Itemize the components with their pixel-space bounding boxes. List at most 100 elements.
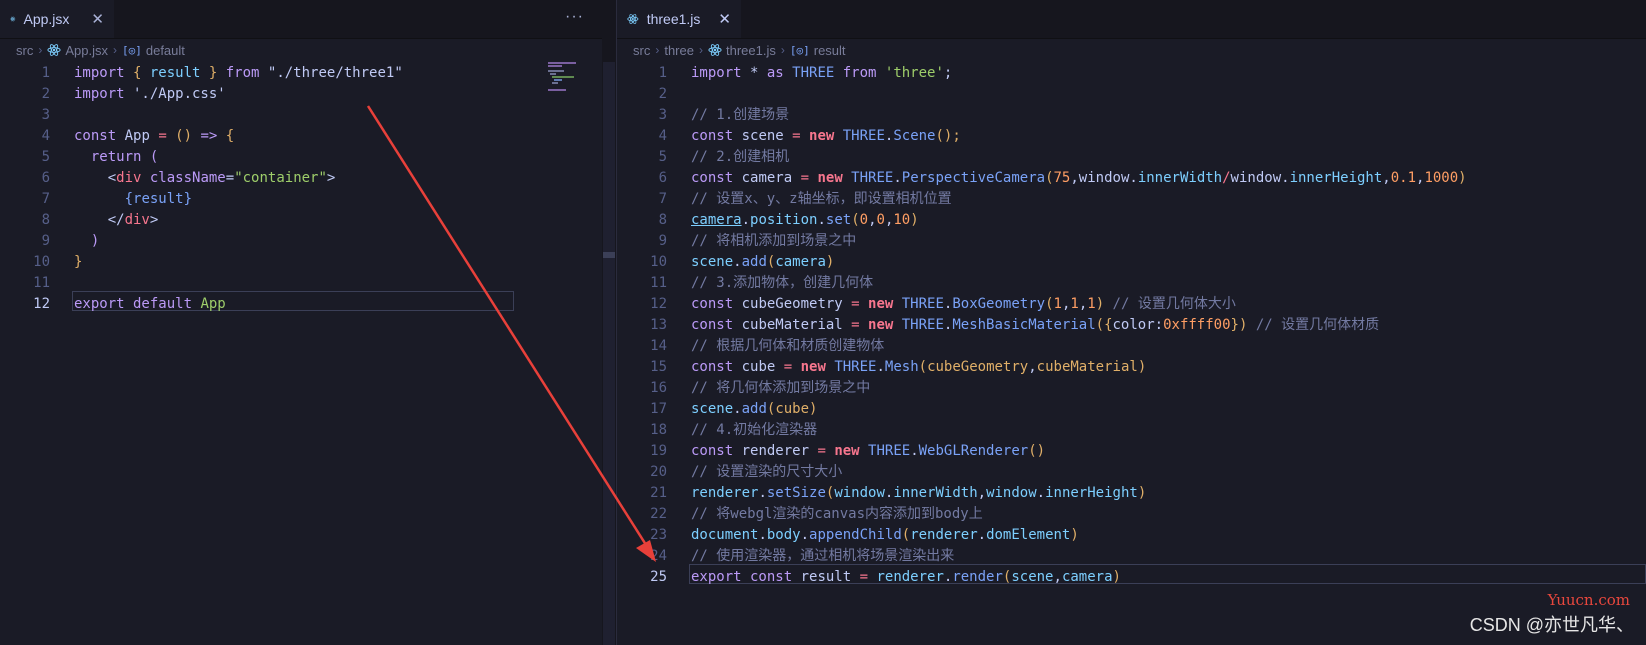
- line-number: 12: [650, 296, 667, 312]
- code-line: 5 // 2.创建相机: [617, 146, 1646, 168]
- code-line: 3 // 1.创建场景: [617, 104, 1646, 126]
- line-number: 14: [650, 338, 667, 354]
- line-number: 18: [650, 422, 667, 438]
- line-number: 17: [650, 401, 667, 417]
- breadcrumb-item[interactable]: three: [664, 43, 694, 58]
- line-number: 2: [658, 86, 667, 102]
- line-number: 11: [33, 275, 50, 291]
- line-number: 4: [658, 128, 667, 144]
- line-number: 10: [650, 254, 667, 270]
- breadcrumb-item[interactable]: result: [814, 43, 846, 58]
- line-number: 7: [658, 191, 667, 207]
- code-line: 10 }: [0, 251, 602, 273]
- line-number: 22: [650, 506, 667, 522]
- code-line: 14 // 根据几何体和材质创建物体: [617, 335, 1646, 357]
- line-number: 4: [41, 128, 50, 144]
- code-line: 25 export const result = renderer.render…: [617, 566, 1646, 588]
- code-line: 16 // 将几何体添加到场景之中: [617, 377, 1646, 399]
- code-line: 11 // 3.添加物体，创建几何体: [617, 272, 1646, 294]
- line-number: 2: [41, 86, 50, 102]
- code-line: 15 const cube = new THREE.Mesh(cubeGeome…: [617, 356, 1646, 378]
- more-actions-icon[interactable]: ···: [565, 8, 584, 26]
- breadcrumb-item[interactable]: src: [633, 43, 650, 58]
- code-line: 12 export default App: [0, 293, 602, 315]
- code-line: 11: [0, 272, 602, 294]
- line-number: 24: [650, 548, 667, 564]
- line-number: 3: [658, 107, 667, 123]
- breadcrumb-item[interactable]: three1.js: [726, 43, 776, 58]
- line-number: 16: [650, 380, 667, 396]
- line-number: 13: [650, 317, 667, 333]
- code-line: 2 import './App.css': [0, 83, 602, 105]
- close-icon[interactable]: ✕: [718, 10, 731, 28]
- code-line: 4 const App = () => {: [0, 125, 602, 147]
- breadcrumb: src › App.jsx › [◎] default: [16, 40, 185, 60]
- code-line: 18 // 4.初始化渲染器: [617, 419, 1646, 441]
- line-number: 20: [650, 464, 667, 480]
- line-number: 15: [650, 359, 667, 375]
- code-line: 13 const cubeMaterial = new THREE.MeshBa…: [617, 314, 1646, 336]
- line-number: 6: [658, 170, 667, 186]
- code-line: 20 // 设置渲染的尺寸大小: [617, 461, 1646, 483]
- chevron-right-icon: ›: [38, 43, 43, 57]
- line-number: 5: [41, 149, 50, 165]
- code-line: 10 scene.add(camera): [617, 251, 1646, 273]
- chevron-right-icon: ›: [780, 43, 785, 57]
- code-line: 4 const scene = new THREE.Scene();: [617, 125, 1646, 147]
- code-line: 8 </div>: [0, 209, 602, 231]
- code-line: 22 // 将webgl渲染的canvas内容添加到body上: [617, 503, 1646, 525]
- breadcrumb: src › three › three1.js › [◎] result: [633, 40, 846, 60]
- code-line: 8 camera.position.set(0,0,10): [617, 209, 1646, 231]
- code-line: 21 renderer.setSize(window.innerWidth,wi…: [617, 482, 1646, 504]
- left-tabbar: App.jsx ✕ ···: [0, 0, 602, 39]
- line-number: 3: [41, 107, 50, 123]
- symbol-variable-icon: [◎]: [789, 43, 810, 57]
- line-number: 8: [41, 212, 50, 228]
- vertical-scrollbar[interactable]: [603, 62, 615, 645]
- line-number: 5: [658, 149, 667, 165]
- line-number: 1: [41, 65, 50, 81]
- left-editor-group: App.jsx ✕ ··· src › App.jsx › [◎] defaul…: [0, 0, 602, 645]
- right-tabbar: three1.js ✕: [617, 0, 1646, 39]
- line-number: 25: [650, 569, 667, 585]
- chevron-right-icon: ›: [655, 43, 660, 57]
- code-line: 6 <div className="container">: [0, 167, 602, 189]
- line-number: 11: [650, 275, 667, 291]
- code-line: 9 ): [0, 230, 602, 252]
- right-code-editor[interactable]: 1 import * as THREE from 'three'; 2 3 //…: [617, 62, 1646, 645]
- code-line: 7 {result}: [0, 188, 602, 210]
- breadcrumb-item[interactable]: src: [16, 43, 33, 58]
- react-icon: [627, 14, 639, 24]
- tab-three1-js[interactable]: three1.js ✕: [617, 0, 741, 38]
- code-line: 17 scene.add(cube): [617, 398, 1646, 420]
- line-number: 21: [650, 485, 667, 501]
- code-line: 19 const renderer = new THREE.WebGLRende…: [617, 440, 1646, 462]
- tab-app-jsx[interactable]: App.jsx ✕: [0, 0, 114, 38]
- breadcrumb-item[interactable]: App.jsx: [65, 43, 108, 58]
- line-number: 1: [658, 65, 667, 81]
- line-number: 19: [650, 443, 667, 459]
- scrollbar-thumb[interactable]: [603, 252, 615, 258]
- symbol-variable-icon: [◎]: [121, 43, 142, 57]
- left-code-editor[interactable]: 1 import { result } from "./three/three1…: [0, 62, 602, 645]
- line-number: 12: [33, 296, 50, 312]
- code-line: 9 // 将相机添加到场景之中: [617, 230, 1646, 252]
- react-icon: [10, 16, 16, 22]
- line-number: 7: [41, 191, 50, 207]
- code-line: 3: [0, 104, 602, 126]
- code-line: 2: [617, 83, 1646, 105]
- close-icon[interactable]: ✕: [91, 10, 104, 28]
- code-line: 5 return (: [0, 146, 602, 168]
- line-number: 6: [41, 170, 50, 186]
- line-number: 10: [33, 254, 50, 270]
- right-editor-group: three1.js ✕ src › three › three1.js › [◎…: [617, 0, 1646, 645]
- line-number: 9: [658, 233, 667, 249]
- line-number: 23: [650, 527, 667, 543]
- line-number: 8: [658, 212, 667, 228]
- tab-label: three1.js: [646, 11, 701, 27]
- code-line: 1 import * as THREE from 'three';: [617, 62, 1646, 84]
- breadcrumb-item[interactable]: default: [146, 43, 185, 58]
- chevron-right-icon: ›: [112, 43, 117, 57]
- minimap[interactable]: [548, 62, 602, 92]
- code-line: 12 const cubeGeometry = new THREE.BoxGeo…: [617, 293, 1646, 315]
